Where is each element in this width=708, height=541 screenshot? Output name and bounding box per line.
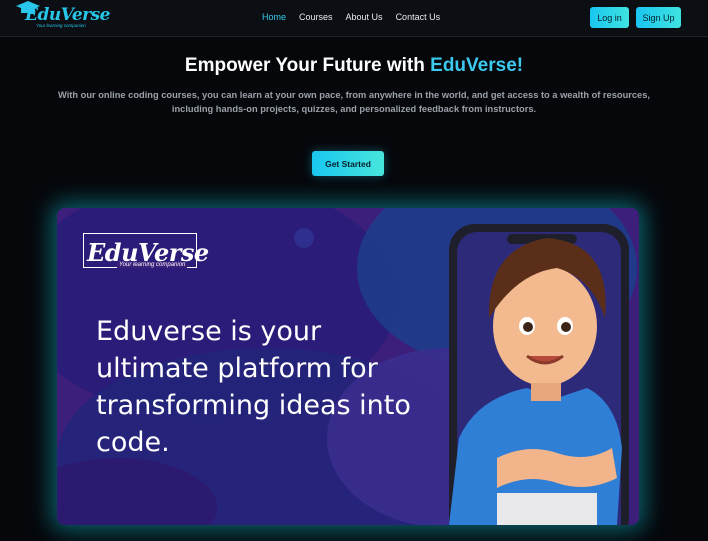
- logo-text: EduVerse: [25, 5, 111, 25]
- login-button[interactable]: Log in: [590, 7, 629, 28]
- nav-link-about-us[interactable]: About Us: [346, 12, 383, 22]
- logo[interactable]: EduVerse Your learning companion: [16, 1, 111, 31]
- hero-banner: EduVerse Your learning companion Eduvers…: [57, 208, 639, 525]
- banner-logo-tagline: Your learning companion: [117, 262, 188, 268]
- get-started-button[interactable]: Get Started: [312, 151, 384, 176]
- banner-headline: Eduverse is your ultimate platform for t…: [96, 316, 411, 458]
- logo-tagline: Your learning companion: [36, 23, 86, 28]
- nav-link-contact-us[interactable]: Contact Us: [396, 12, 441, 22]
- hero-title-highlight: EduVerse!: [430, 55, 524, 76]
- top-nav: EduVerse Your learning companion Home Co…: [0, 0, 708, 37]
- hero-description: With our online coding courses, you can …: [58, 90, 650, 114]
- nav-links: Home Courses About Us Contact Us: [262, 12, 453, 22]
- hero-title: Empower Your Future with EduVerse!: [0, 55, 708, 77]
- nav-link-home[interactable]: Home: [262, 12, 286, 22]
- signup-button[interactable]: Sign Up: [636, 7, 681, 28]
- nav-link-courses[interactable]: Courses: [299, 12, 333, 22]
- hero-title-prefix: Empower Your Future with: [184, 55, 431, 76]
